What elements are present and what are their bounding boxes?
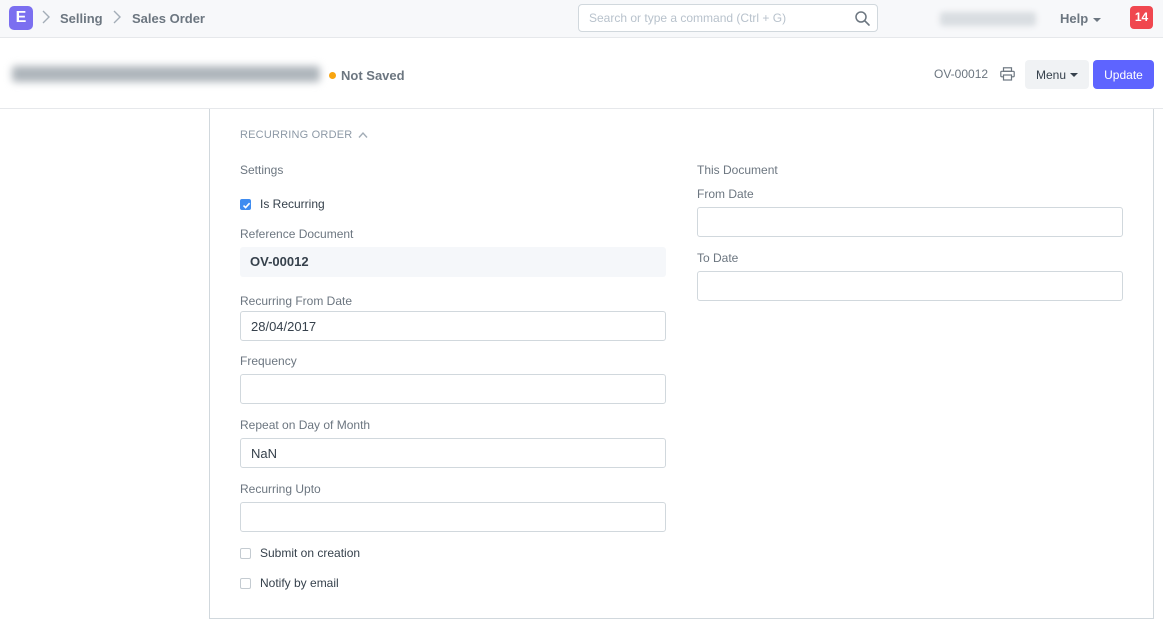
recurring-upto-label: Recurring Upto: [240, 482, 321, 496]
help-label: Help: [1060, 11, 1089, 26]
recurring-from-date-label: Recurring From Date: [240, 294, 353, 308]
search-icon[interactable]: [854, 10, 871, 27]
search-bar: [578, 4, 878, 32]
recurring-upto-input[interactable]: [241, 503, 665, 531]
chevron-up-icon: [358, 132, 368, 139]
repeat-on-day-field: [240, 438, 666, 468]
frequency-field: [240, 374, 666, 404]
document-name: OV-00012: [934, 67, 989, 81]
status-label: Not Saved: [341, 68, 405, 83]
caret-down-icon: [1070, 73, 1079, 78]
chevron-right-icon: [113, 10, 121, 24]
notify-by-email-checkbox[interactable]: [240, 577, 251, 589]
frequency-label: Frequency: [240, 354, 297, 368]
recurring-from-date-input[interactable]: [241, 312, 665, 340]
notification-badge[interactable]: 14: [1130, 6, 1153, 29]
menu-button[interactable]: Menu: [1025, 60, 1089, 89]
to-date-field: [697, 271, 1123, 301]
chevron-right-icon: [42, 10, 50, 24]
breadcrumb-selling[interactable]: Selling: [60, 11, 103, 26]
submit-on-creation-label: Submit on creation: [260, 546, 361, 560]
user-name-redacted[interactable]: [940, 12, 1036, 26]
help-dropdown[interactable]: Help: [1060, 11, 1102, 26]
print-icon[interactable]: [1000, 67, 1015, 81]
reference-document-value: OV-00012: [240, 247, 666, 277]
page-head: Not Saved OV-00012 Menu Update: [0, 39, 1163, 109]
app-logo[interactable]: E: [9, 6, 33, 30]
section-header-recurring-order[interactable]: RECURRING ORDER: [240, 129, 368, 141]
menu-label: Menu: [1035, 67, 1067, 82]
from-date-field: [697, 207, 1123, 237]
recurring-from-date-field: [240, 311, 666, 341]
breadcrumb-sales-order[interactable]: Sales Order: [132, 11, 205, 26]
to-date-label: To Date: [697, 251, 739, 265]
group-label-settings: Settings: [240, 163, 284, 177]
to-date-input[interactable]: [698, 272, 1122, 300]
group-label-this-document: This Document: [697, 163, 778, 177]
frequency-input[interactable]: [241, 375, 665, 403]
top-navbar: E Selling Sales Order Help 14: [0, 0, 1163, 38]
recurring-upto-field: [240, 502, 666, 532]
update-button[interactable]: Update: [1093, 60, 1154, 89]
search-input[interactable]: [579, 5, 877, 31]
section-title: RECURRING ORDER: [240, 129, 353, 141]
notify-by-email-checkbox-row[interactable]: Notify by email: [240, 576, 339, 590]
submit-on-creation-checkbox[interactable]: [240, 547, 251, 559]
reference-document-label: Reference Document: [240, 227, 354, 241]
from-date-input[interactable]: [698, 208, 1122, 236]
submit-on-creation-checkbox-row[interactable]: Submit on creation: [240, 546, 360, 560]
status-indicator-dot: [329, 72, 336, 79]
check-icon: [242, 202, 251, 209]
is-recurring-label: Is Recurring: [260, 197, 325, 211]
from-date-label: From Date: [697, 187, 754, 201]
notify-by-email-label: Notify by email: [260, 576, 339, 590]
repeat-on-day-input[interactable]: [241, 439, 665, 467]
caret-down-icon: [1093, 17, 1102, 22]
is-recurring-checkbox[interactable]: [240, 198, 251, 210]
is-recurring-checkbox-row[interactable]: Is Recurring: [240, 197, 325, 211]
page-title-redacted: [12, 66, 320, 82]
form-section-panel: RECURRING ORDER Settings Is Recurring Re…: [209, 109, 1154, 619]
repeat-on-day-label: Repeat on Day of Month: [240, 418, 371, 432]
